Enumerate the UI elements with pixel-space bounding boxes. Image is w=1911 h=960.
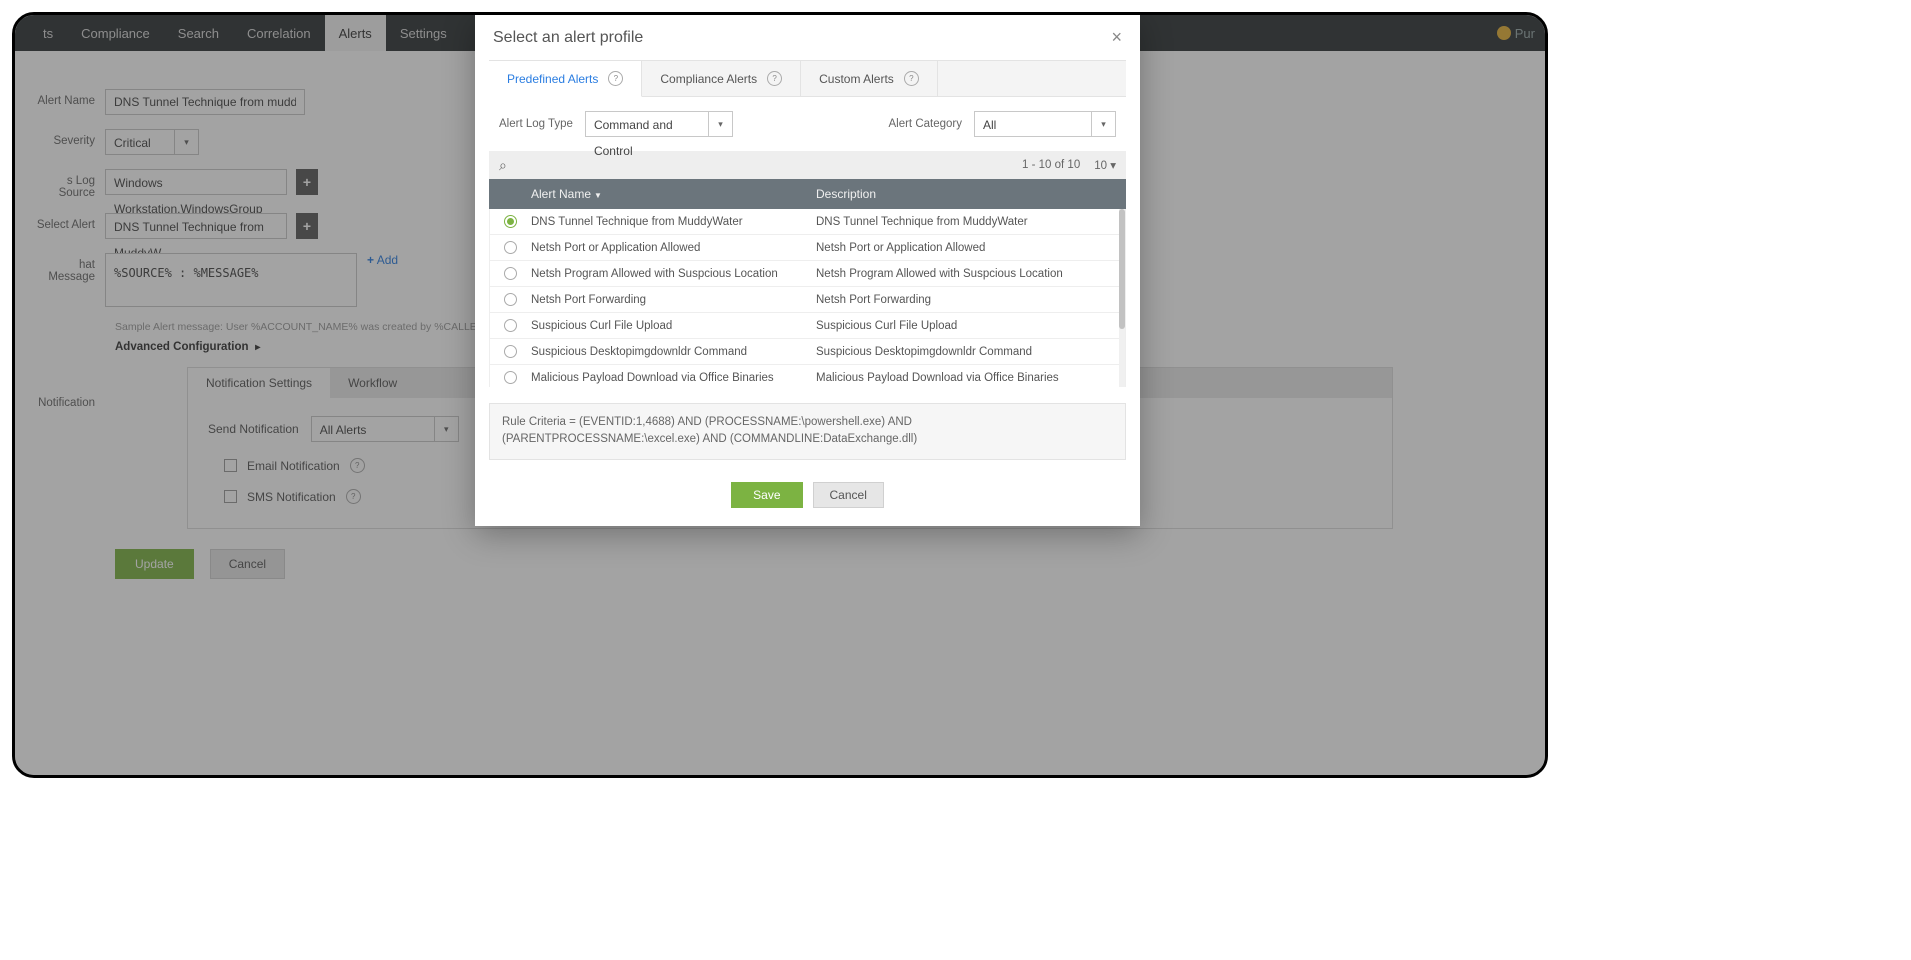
chevron-down-icon[interactable]: ▾ <box>709 111 733 137</box>
row-radio[interactable] <box>504 215 517 228</box>
nav-tab-alerts[interactable]: Alerts <box>325 15 386 51</box>
label-log-source: s Log Source <box>33 169 95 199</box>
row-radio[interactable] <box>504 293 517 306</box>
nav-tab-settings[interactable]: Settings <box>386 15 461 51</box>
page-size-select[interactable]: 10 ▾ <box>1094 158 1116 172</box>
row-radio[interactable] <box>504 345 517 358</box>
tab-compliance-alerts[interactable]: Compliance Alerts ? <box>642 61 801 96</box>
row-radio[interactable] <box>504 371 517 384</box>
message-textarea[interactable]: %SOURCE% : %MESSAGE% <box>105 253 357 307</box>
tab-custom-alerts[interactable]: Custom Alerts ? <box>801 61 938 96</box>
select-alert-profile-modal: Select an alert profile × Predefined Ale… <box>475 15 1140 526</box>
chevron-down-icon[interactable]: ▾ <box>1092 111 1116 137</box>
help-icon[interactable]: ? <box>350 458 365 473</box>
chevron-down-icon[interactable]: ▾ <box>175 129 199 155</box>
search-icon[interactable]: ⌕ <box>499 157 507 174</box>
nav-tab-search[interactable]: Search <box>164 15 233 51</box>
table-row[interactable]: Netsh Port ForwardingNetsh Port Forwardi… <box>490 287 1125 313</box>
nav-tab-compliance[interactable]: Compliance <box>67 15 164 51</box>
th-alert-name[interactable]: Alert Name▼ <box>531 187 816 201</box>
table-row[interactable]: Suspicious Desktopimgdownldr CommandSusp… <box>490 339 1125 365</box>
row-alert-name: Netsh Port or Application Allowed <box>531 242 816 254</box>
table-row[interactable]: Netsh Port or Application AllowedNetsh P… <box>490 235 1125 261</box>
help-icon[interactable]: ? <box>904 71 919 86</box>
rule-criteria: Rule Criteria = (EVENTID:1,4688) AND (PR… <box>489 403 1126 460</box>
table-row[interactable]: DNS Tunnel Technique from MuddyWaterDNS … <box>490 209 1125 235</box>
alert-category-select[interactable]: All <box>974 111 1092 137</box>
chevron-down-icon[interactable]: ▾ <box>435 416 459 442</box>
add-log-source-button[interactable]: + <box>296 169 318 195</box>
user-icon <box>1497 26 1511 40</box>
label-alert-category: Alert Category <box>888 118 962 130</box>
tab-workflow[interactable]: Workflow <box>330 368 415 398</box>
modal-title: Select an alert profile <box>493 29 643 47</box>
row-description: Netsh Program Allowed with Suspcious Loc… <box>816 268 1125 280</box>
alert-name-input[interactable] <box>105 89 305 115</box>
log-source-input[interactable]: Windows Workstation,WindowsGroup <box>105 169 287 195</box>
row-description: Netsh Port or Application Allowed <box>816 242 1125 254</box>
tab-notification-settings[interactable]: Notification Settings <box>188 368 330 398</box>
table-row[interactable]: Netsh Program Allowed with Suspcious Loc… <box>490 261 1125 287</box>
alert-table: DNS Tunnel Technique from MuddyWaterDNS … <box>489 209 1126 387</box>
save-button[interactable]: Save <box>731 482 802 508</box>
help-icon[interactable]: ? <box>346 489 361 504</box>
label-select-alert: Select Alert <box>33 213 95 231</box>
add-link[interactable]: + Add <box>367 253 398 267</box>
row-alert-name: Netsh Port Forwarding <box>531 294 816 306</box>
close-icon[interactable]: × <box>1111 27 1122 48</box>
row-alert-name: Malicious Payload Download via Office Bi… <box>531 372 816 384</box>
sort-desc-icon: ▼ <box>594 191 602 200</box>
severity-select[interactable]: Critical <box>105 129 175 155</box>
user-label: Pur <box>1515 26 1535 41</box>
cancel-button[interactable]: Cancel <box>210 549 285 579</box>
row-radio[interactable] <box>504 267 517 280</box>
table-row[interactable]: Malicious Payload Download via Office Bi… <box>490 365 1125 387</box>
send-notification-select[interactable]: All Alerts <box>311 416 435 442</box>
help-icon[interactable]: ? <box>608 71 623 86</box>
row-description: Netsh Port Forwarding <box>816 294 1125 306</box>
nav-tab-correlation[interactable]: Correlation <box>233 15 325 51</box>
help-icon[interactable]: ? <box>767 71 782 86</box>
label-send-notification: Send Notification <box>208 422 299 436</box>
label-hat-message: hat Message <box>33 253 95 283</box>
th-description: Description <box>816 187 1126 201</box>
paging-label: 1 - 10 of 10 <box>1022 159 1080 171</box>
caret-right-icon: ▸ <box>253 342 261 353</box>
label-severity: Severity <box>33 129 95 147</box>
user-menu[interactable]: Pur <box>1497 15 1545 51</box>
row-alert-name: Suspicious Desktopimgdownldr Command <box>531 346 816 358</box>
label-email-notification: Email Notification <box>247 459 340 473</box>
row-description: Suspicious Desktopimgdownldr Command <box>816 346 1125 358</box>
select-alert-input[interactable]: DNS Tunnel Technique from MuddyW <box>105 213 287 239</box>
row-description: Suspicious Curl File Upload <box>816 320 1125 332</box>
nav-tab-ts[interactable]: ts <box>29 15 67 51</box>
alert-log-type-select[interactable]: Command and Control <box>585 111 709 137</box>
row-alert-name: Suspicious Curl File Upload <box>531 320 816 332</box>
label-sms-notification: SMS Notification <box>247 490 336 504</box>
add-select-alert-button[interactable]: + <box>296 213 318 239</box>
sms-checkbox[interactable] <box>224 490 237 503</box>
scrollbar-thumb[interactable] <box>1119 209 1125 329</box>
label-alert-log-type: Alert Log Type <box>499 118 573 130</box>
row-radio[interactable] <box>504 241 517 254</box>
update-button[interactable]: Update <box>115 549 194 579</box>
modal-cancel-button[interactable]: Cancel <box>813 482 884 508</box>
table-row[interactable]: Suspicious Curl File UploadSuspicious Cu… <box>490 313 1125 339</box>
row-description: Malicious Payload Download via Office Bi… <box>816 372 1125 384</box>
row-alert-name: DNS Tunnel Technique from MuddyWater <box>531 216 816 228</box>
label-alert-name: Alert Name <box>33 89 95 107</box>
tab-predefined-alerts[interactable]: Predefined Alerts ? <box>489 61 642 97</box>
row-radio[interactable] <box>504 319 517 332</box>
email-checkbox[interactable] <box>224 459 237 472</box>
label-notification: Notification <box>33 367 95 529</box>
row-alert-name: Netsh Program Allowed with Suspcious Loc… <box>531 268 816 280</box>
row-description: DNS Tunnel Technique from MuddyWater <box>816 216 1125 228</box>
